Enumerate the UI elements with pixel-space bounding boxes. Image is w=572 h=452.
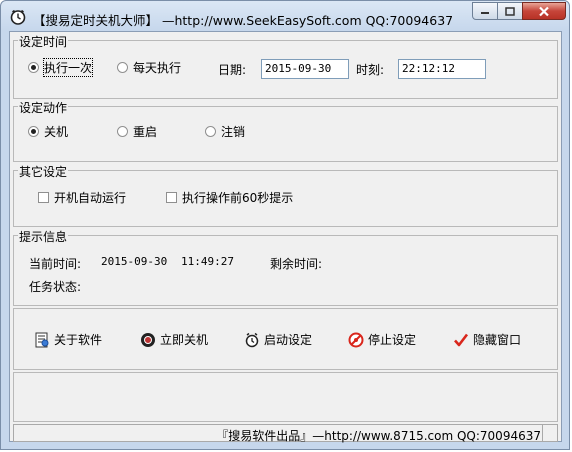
radio-restart[interactable]	[117, 126, 128, 137]
info-group: 提示信息 当前时间: 2015-09-30 11:49:27 剩余时间: 任务状…	[13, 228, 558, 306]
status-text: 『搜易软件出品』—http://www.8715.com QQ:70094637	[216, 429, 541, 443]
action-group: 设定动作 关机 重启 注销	[13, 99, 558, 162]
clock-icon	[10, 9, 26, 25]
hide-window-button[interactable]: 隐藏窗口	[453, 331, 521, 348]
resize-grip[interactable]	[542, 425, 557, 441]
stop-button[interactable]: 停止设定	[348, 331, 416, 348]
date-label: 日期:	[218, 63, 247, 77]
group-title: 设定动作	[18, 99, 69, 116]
start-label: 启动设定	[264, 333, 313, 347]
warn-label[interactable]: 执行操作前60秒提示	[182, 189, 293, 206]
start-button[interactable]: 启动设定	[244, 331, 312, 348]
autostart-label[interactable]: 开机自动运行	[54, 189, 126, 206]
other-group: 其它设定 开机自动运行 执行操作前60秒提示	[13, 163, 558, 227]
minimize-icon	[481, 12, 489, 14]
about-button[interactable]: 关于软件	[34, 331, 102, 348]
checkmark-icon	[454, 333, 469, 346]
radio-shutdown-label[interactable]: 关机	[44, 123, 68, 140]
group-title: 提示信息	[18, 228, 69, 245]
button-group: 关于软件 立即关机 启动设定 停止设定 隐藏窗口	[13, 308, 558, 370]
alarm-clock-icon	[245, 332, 259, 347]
window-controls	[472, 2, 566, 22]
time-label: 时刻:	[356, 63, 385, 77]
blank-panel	[13, 372, 558, 422]
close-button[interactable]	[522, 2, 566, 20]
about-icon	[35, 332, 49, 347]
hide-window-label: 隐藏窗口	[473, 333, 522, 347]
group-title: 设定时间	[18, 33, 69, 50]
current-time-label: 当前时间:	[29, 257, 82, 271]
window-title: 【搜易定时关机大师】 —http://www.SeekEasySoft.com …	[33, 13, 454, 28]
maximize-icon	[505, 6, 515, 16]
time-field[interactable]: 22:12:12	[398, 59, 486, 79]
time-group: 设定时间 执行一次 每天执行 日期: 2015-09-30 时刻: 22:12:…	[13, 33, 558, 99]
app-window: 【搜易定时关机大师】 —http://www.SeekEasySoft.com …	[0, 0, 570, 450]
title-bar[interactable]: 【搜易定时关机大师】 —http://www.SeekEasySoft.com …	[1, 1, 571, 31]
maximize-button[interactable]	[497, 2, 523, 20]
radio-daily-label[interactable]: 每天执行	[133, 59, 181, 76]
client-area: 设定时间 执行一次 每天执行 日期: 2015-09-30 时刻: 22:12:…	[9, 31, 562, 443]
power-icon	[141, 332, 155, 347]
radio-daily[interactable]	[117, 62, 128, 73]
radio-shutdown[interactable]	[28, 126, 39, 137]
group-title: 其它设定	[18, 163, 69, 180]
remaining-time-label: 剩余时间:	[270, 257, 323, 271]
radio-once[interactable]	[28, 62, 39, 73]
date-field[interactable]: 2015-09-30	[261, 59, 349, 79]
autostart-checkbox[interactable]	[38, 192, 49, 203]
task-status-label: 任务状态:	[29, 280, 82, 294]
stop-label: 停止设定	[368, 333, 417, 347]
radio-logoff-label[interactable]: 注销	[221, 123, 245, 140]
status-bar: 『搜易软件出品』—http://www.8715.com QQ:70094637	[13, 424, 558, 443]
radio-logoff[interactable]	[205, 126, 216, 137]
radio-once-label[interactable]: 执行一次	[42, 58, 94, 77]
current-date-value: 2015-09-30	[101, 255, 168, 268]
warn-checkbox[interactable]	[166, 192, 177, 203]
shutdown-now-label: 立即关机	[160, 333, 209, 347]
radio-restart-label[interactable]: 重启	[133, 123, 157, 140]
stop-icon	[348, 332, 364, 347]
current-clock-value: 11:49:27	[181, 255, 234, 268]
close-icon	[539, 6, 549, 16]
about-label: 关于软件	[54, 333, 103, 347]
shutdown-now-button[interactable]: 立即关机	[140, 331, 208, 348]
minimize-button[interactable]	[472, 2, 498, 20]
